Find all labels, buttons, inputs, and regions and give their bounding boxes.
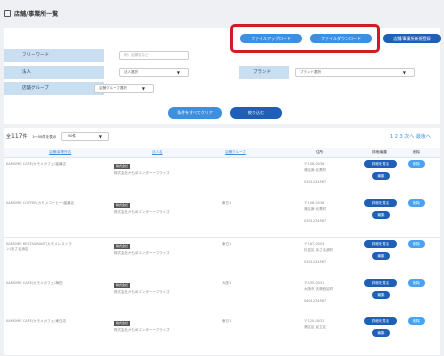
edit-button[interactable]: 編集 [372, 211, 390, 219]
col-address: 住所 [316, 150, 323, 154]
zip: 〒535-0031 [304, 281, 325, 285]
corp-select[interactable]: 法人選択 ▼ [119, 68, 189, 77]
zip: 〒106-0036 [304, 162, 325, 166]
edit-button[interactable]: 編集 [372, 172, 390, 180]
search-button[interactable]: 絞り込む [230, 107, 282, 119]
corp-name: 株式会社かもめエンターープライズ [114, 210, 170, 214]
chevron-down-icon: ▼ [98, 134, 102, 139]
result-count: 全117件 1〜50件を表示 [6, 133, 56, 140]
phone: 0601234567 [304, 299, 327, 303]
table-row: KAMOME COFFEE(カモメコーヒー)猛暑店 株式会社 株式会社かもめエン… [4, 197, 440, 238]
phone: 0301234567 [304, 219, 327, 223]
brand-select-value: ブランド選択 [300, 70, 321, 74]
filter-row-group: 店舗グループ 店舗グループ選択 ▼ [4, 82, 440, 95]
corp-badge: 株式会社 [114, 203, 131, 208]
corp-select-value: 法人選択 [124, 70, 138, 74]
corp-name: 株式会社かもめエンターープライズ [114, 290, 170, 294]
chevron-down-icon: ▼ [176, 70, 180, 75]
address: 大阪市 天満西区町 [304, 287, 334, 291]
filter-row-freeword: フリーワード 例）店舗名など [4, 49, 440, 62]
corp-name: 株式会社かもめエンターープライズ [114, 251, 170, 255]
table-row: KAMOME CAFE(カモメカフェ)猛暑店 株式会社 株式会社かもめエンターー… [4, 158, 440, 199]
shop-name: KAMOME CAFE(カモメカフェ)梅田 [6, 281, 63, 285]
delete-button[interactable]: 削除 [408, 199, 425, 207]
group-select[interactable]: 店舗グループ選択 ▼ [94, 84, 154, 93]
corp-badge: 株式会社 [114, 164, 131, 169]
corp-badge: 株式会社 [114, 321, 131, 326]
corp-name: 株式会社かもめエンターープライズ [114, 171, 170, 175]
corp-badge: 株式会社 [114, 244, 131, 249]
count-suffix: 件 [22, 134, 28, 140]
group-select-value: 店舗グループ選択 [99, 86, 127, 90]
edit-button[interactable]: 編集 [372, 252, 390, 260]
col-delete: 削除 [413, 150, 420, 154]
corp-name: 株式会社かもめエンターープライズ [114, 328, 170, 332]
address: 港区麻 北黒町 [304, 207, 327, 211]
delete-button[interactable]: 削除 [408, 160, 425, 168]
pagination[interactable]: 1 2 3 次へ 最後へ [390, 133, 431, 140]
col-shop[interactable]: 店舗/事業所名 [49, 150, 71, 155]
shop-name: KAMOME RESTAURANT(カモメレストラン)あさる酒店 [6, 242, 72, 251]
chevron-down-icon: ▼ [141, 86, 145, 91]
delete-button[interactable]: 削除 [408, 317, 425, 325]
zip: 〒106-0036 [304, 201, 325, 205]
per-page-select[interactable]: 50件 ▼ [61, 132, 109, 141]
page-title: 店舗/事業所一覧 [14, 11, 59, 18]
freeword-label: フリーワード [4, 49, 104, 62]
delete-button[interactable]: 削除 [408, 279, 425, 287]
table-header: 店舗/事業所名 法人名 店舗グループ 住所 詳細/編集 削除 [4, 148, 440, 158]
brand-label: ブランド [239, 66, 289, 79]
edit-button[interactable]: 編集 [372, 329, 390, 337]
count-range: 1〜50件を表示 [32, 135, 57, 139]
shop-name: KAMOME COFFEE(カモメコーヒー)猛暑店 [6, 201, 75, 205]
brand-select[interactable]: ブランド選択 ▼ [295, 68, 415, 77]
chevron-down-icon: ▼ [402, 70, 406, 75]
group-name: 東日1 [222, 319, 232, 323]
delete-button[interactable]: 削除 [408, 240, 425, 248]
per-page-value: 50件 [68, 134, 76, 138]
table-row: KAMOME CAFE(カモメカフェ)梅田 株式会社 株式会社かもめエンターープ… [4, 277, 440, 318]
clear-button[interactable]: 条件をすべてクリア [168, 107, 222, 119]
filter-row-corp: 法人 法人選択 ▼ ブランド ブランド選択 ▼ [4, 66, 440, 79]
add-shop-button[interactable]: 店舗/事業所新規登録 [383, 34, 441, 43]
group-label: 店舗グループ [4, 82, 104, 95]
phone: 0301234567 [304, 260, 327, 264]
table-row: KAMOME CAFE(カモメカフェ)東日店 株式会社 株式会社かもめエンターー… [4, 315, 440, 356]
address: 港区区 足立区 [304, 325, 327, 329]
edit-button[interactable]: 編集 [372, 291, 390, 299]
col-group[interactable]: 店舗グループ [225, 150, 246, 155]
store-icon [4, 10, 11, 17]
detail-button[interactable]: 詳細を見る [364, 160, 397, 168]
col-corp[interactable]: 法人名 [152, 150, 163, 155]
col-detail: 詳細/編集 [372, 150, 388, 154]
freeword-input[interactable]: 例）店舗名など [119, 51, 189, 60]
group-name: 東日1 [222, 242, 232, 246]
phone: 0301234567 [304, 180, 327, 184]
zip: 〒120-0031 [304, 319, 325, 323]
detail-button[interactable]: 詳細を見る [364, 317, 397, 325]
group-name: 大阪1 [222, 281, 232, 285]
shop-name: KAMOME CAFE(カモメカフェ)猛暑店 [6, 162, 67, 166]
detail-button[interactable]: 詳細を見る [364, 240, 397, 248]
detail-button[interactable]: 詳細を見る [364, 279, 397, 287]
group-name: 東日1 [222, 201, 232, 205]
corp-label: 法人 [4, 66, 104, 79]
shop-name: KAMOME CAFE(カモメカフェ)東日店 [6, 319, 67, 323]
corp-badge: 株式会社 [114, 283, 131, 288]
address: 港区麻 北黒町 [304, 168, 327, 172]
count-value: 117 [11, 133, 23, 140]
zip: 〒167-0054 [304, 242, 325, 246]
table-row: KAMOME RESTAURANT(カモメレストラン)あさる酒店 株式会社 株式… [4, 238, 440, 279]
detail-button[interactable]: 詳細を見る [364, 199, 397, 207]
address: 杉並区 あさる酒町 [304, 248, 334, 252]
